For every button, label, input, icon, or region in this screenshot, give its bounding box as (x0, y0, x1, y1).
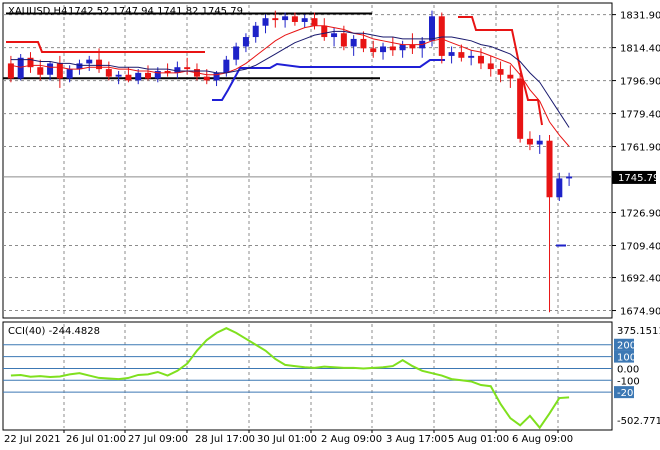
cci-tick-5: -200 (617, 388, 640, 399)
time-tick-0: 22 Jul 2021 (4, 434, 61, 445)
time-tick-8: 6 Aug 09:00 (512, 434, 573, 445)
price-tick-8: 1674.90 (620, 307, 660, 318)
symbol-label: XAUUSD,H4 (8, 6, 67, 17)
time-tick-6: 3 Aug 17:00 (386, 434, 447, 445)
ohlc-label: 1742.52 1747.94 1741.82 1745.79 (68, 6, 243, 17)
time-axis: 22 Jul 2021 26 Jul 01:00 27 Jul 09:00 28 Ju… (4, 430, 573, 445)
price-tick-3: 1779.40 (620, 110, 660, 121)
price-panel-frame (2, 2, 613, 319)
time-tick-7: 5 Aug 01:00 (448, 434, 509, 445)
cci-tick-2: 100 (617, 353, 636, 364)
price-tick-4: 1761.90 (620, 143, 660, 154)
cci-tick-0: 375.1511 (617, 326, 660, 337)
price-tick-2: 1796.90 (620, 77, 660, 88)
candle-52 (517, 72, 524, 143)
cci-tick-3: 0.00 (617, 364, 639, 375)
cci-tick-1: 200 (617, 341, 636, 352)
price-tick-5: 1726.90 (620, 209, 660, 220)
current-price-label: 1745.79 (618, 173, 659, 184)
cci-tick-4: -100 (617, 376, 640, 387)
chart-canvas: 1831.90 1814.40 1796.90 1779.40 1761.90 1726.… (2, 2, 660, 445)
price-axis: 1831.90 1814.40 1796.90 1779.40 1761.90 1726.… (612, 11, 660, 427)
price-tick-6: 1709.40 (620, 242, 660, 253)
time-tick-3: 28 Jul 17:00 (195, 434, 255, 445)
time-tick-4: 30 Jul 01:00 (257, 434, 317, 445)
price-tick-7: 1692.40 (620, 274, 660, 285)
time-tick-2: 27 Jul 09:00 (128, 434, 188, 445)
cci-tick-6: -502.7715 (617, 416, 660, 427)
cci-title: CCI(40) -244.4828 (8, 326, 100, 337)
time-tick-1: 26 Jul 01:00 (66, 434, 126, 445)
time-tick-5: 2 Aug 09:00 (321, 434, 382, 445)
candle-44 (438, 12, 445, 64)
price-tick-1: 1814.40 (620, 44, 660, 55)
price-tick-0: 1831.90 (620, 11, 660, 22)
